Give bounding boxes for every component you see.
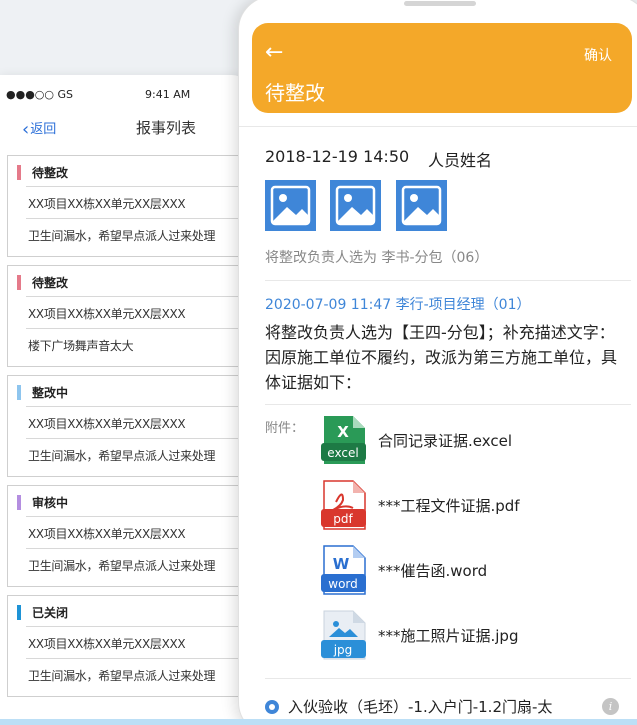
status-marker xyxy=(17,275,21,290)
step-indicator-icon xyxy=(265,700,279,714)
status-marker xyxy=(17,165,21,180)
image-icon[interactable] xyxy=(330,180,381,231)
file-name: ***催告函.word xyxy=(378,562,488,580)
status-label: 待整改 xyxy=(32,166,69,180)
entry-meta: 2020-07-09 11:47 李行-项目经理（01） xyxy=(265,297,531,313)
back-button[interactable]: ‹返回 xyxy=(22,118,56,140)
pdf-file-icon: pdf xyxy=(321,480,366,530)
attachment-excel[interactable]: Xexcel 合同记录证据.excel xyxy=(321,415,631,467)
attachment-word[interactable]: Wword ***催告函.word xyxy=(321,545,631,597)
image-icon[interactable] xyxy=(265,180,316,231)
page-title: 报事列表 xyxy=(136,119,197,137)
bottom-strip xyxy=(0,719,637,725)
arrow-left-icon[interactable]: ← xyxy=(265,40,283,65)
location-text: XX项目XX栋XX单元XX层XXX xyxy=(26,516,250,549)
status-marker xyxy=(17,605,21,620)
file-name: 合同记录证据.excel xyxy=(378,432,512,450)
location-text: XX项目XX栋XX单元XX层XXX xyxy=(26,296,250,329)
description-text: 卫生间漏水，希望早点派人过来处理 xyxy=(28,449,216,463)
location-text: XX项目XX栋XX单元XX层XXX xyxy=(26,406,250,439)
word-file-icon: Wword xyxy=(321,545,366,595)
list-item[interactable]: 待整改 XX项目XX栋XX单元XX层XXX 楼下广场舞声音太大 xyxy=(7,265,250,367)
entry-datetime: 2018-12-19 14:50 xyxy=(265,147,410,166)
progress-step[interactable]: 入伙验收（毛坯）-1.入户门-1.2门扇-太 i xyxy=(265,696,635,718)
confirm-button[interactable]: 确认 xyxy=(584,45,612,65)
status-label: 整改中 xyxy=(32,386,69,400)
excel-file-icon: Xexcel xyxy=(321,415,366,465)
list-item[interactable]: 整改中 XX项目XX栋XX单元XX层XXX 卫生间漏水，希望早点派人过来处理 xyxy=(7,375,250,477)
description-text: 楼下广场舞声音太大 xyxy=(28,339,134,353)
description-text: 卫生间漏水，希望早点派人过来处理 xyxy=(28,229,216,243)
status-marker xyxy=(17,495,21,510)
list-screen: ●●●○○ GS 9:41 AM ‹返回 报事列表 待整改 XX项目XX栋XX单… xyxy=(0,75,250,725)
info-icon[interactable]: i xyxy=(602,698,619,715)
attachments-label: 附件： xyxy=(265,421,305,436)
chevron-left-icon: ‹ xyxy=(22,119,30,140)
phone-speaker xyxy=(404,1,476,6)
pdf-icon-label: pdf xyxy=(333,512,353,526)
page-title: 待整改 xyxy=(265,81,325,105)
entry-person: 人员姓名 xyxy=(428,151,493,170)
file-name: ***工程文件证据.pdf xyxy=(378,497,520,515)
excel-icon-letter: X xyxy=(337,423,349,441)
status-label: 待整改 xyxy=(32,276,69,290)
list-item[interactable]: 待整改 XX项目XX栋XX单元XX层XXX 卫生间漏水，希望早点派人过来处理 xyxy=(7,155,250,257)
assignment-note: 将整改负责人选为 李书-分包（06） xyxy=(265,250,489,266)
list-item[interactable]: 已关闭 XX项目XX栋XX单元XX层XXX 卫生间漏水，希望早点派人过来处理 xyxy=(7,595,250,697)
header-bar: ← 确认 待整改 xyxy=(252,23,632,113)
back-label: 返回 xyxy=(30,122,57,137)
status-label: 已关闭 xyxy=(32,606,69,620)
image-icon[interactable] xyxy=(396,180,447,231)
clock: 9:41 AM xyxy=(145,88,191,101)
status-bar: ●●●○○ GS 9:41 AM xyxy=(0,75,250,111)
file-name: ***施工照片证据.jpg xyxy=(378,627,519,645)
word-icon-letter: W xyxy=(333,555,350,573)
description-text: 卫生间漏水，希望早点派人过来处理 xyxy=(28,669,216,683)
divider xyxy=(265,404,631,405)
divider xyxy=(265,678,631,679)
attachment-jpg[interactable]: jpg ***施工照片证据.jpg xyxy=(321,610,631,662)
nav-bar: ‹返回 报事列表 xyxy=(0,111,250,151)
report-list: 待整改 XX项目XX栋XX单元XX层XXX 卫生间漏水，希望早点派人过来处理 待… xyxy=(7,155,250,705)
entry-description: 将整改负责人选为【王四-分包】；补充描述文字：因原施工单位不履约，改派为第三方施… xyxy=(265,323,618,392)
word-icon-label: word xyxy=(328,577,358,591)
detail-screen: ← 确认 待整改 2018-12-19 14:50 人员姓名 将整改负责人选为 … xyxy=(238,0,637,725)
excel-icon-label: excel xyxy=(327,446,358,460)
location-text: XX项目XX栋XX单元XX层XXX xyxy=(26,186,250,219)
location-text: XX项目XX栋XX单元XX层XXX xyxy=(26,626,250,659)
status-marker xyxy=(17,385,21,400)
jpg-file-icon: jpg xyxy=(321,610,366,660)
attachment-pdf[interactable]: pdf ***工程文件证据.pdf xyxy=(321,480,631,532)
list-item[interactable]: 审核中 XX项目XX栋XX单元XX层XXX 卫生间漏水，希望早点派人过来处理 xyxy=(7,485,250,587)
divider xyxy=(265,280,631,281)
jpg-icon-label: jpg xyxy=(333,643,353,657)
description-text: 卫生间漏水，希望早点派人过来处理 xyxy=(28,559,216,573)
divider xyxy=(239,126,637,127)
status-label: 审核中 xyxy=(32,496,69,510)
carrier-signal: ●●●○○ GS xyxy=(6,88,73,101)
step-text: 入伙验收（毛坯）-1.入户门-1.2门扇-太 xyxy=(288,698,553,716)
